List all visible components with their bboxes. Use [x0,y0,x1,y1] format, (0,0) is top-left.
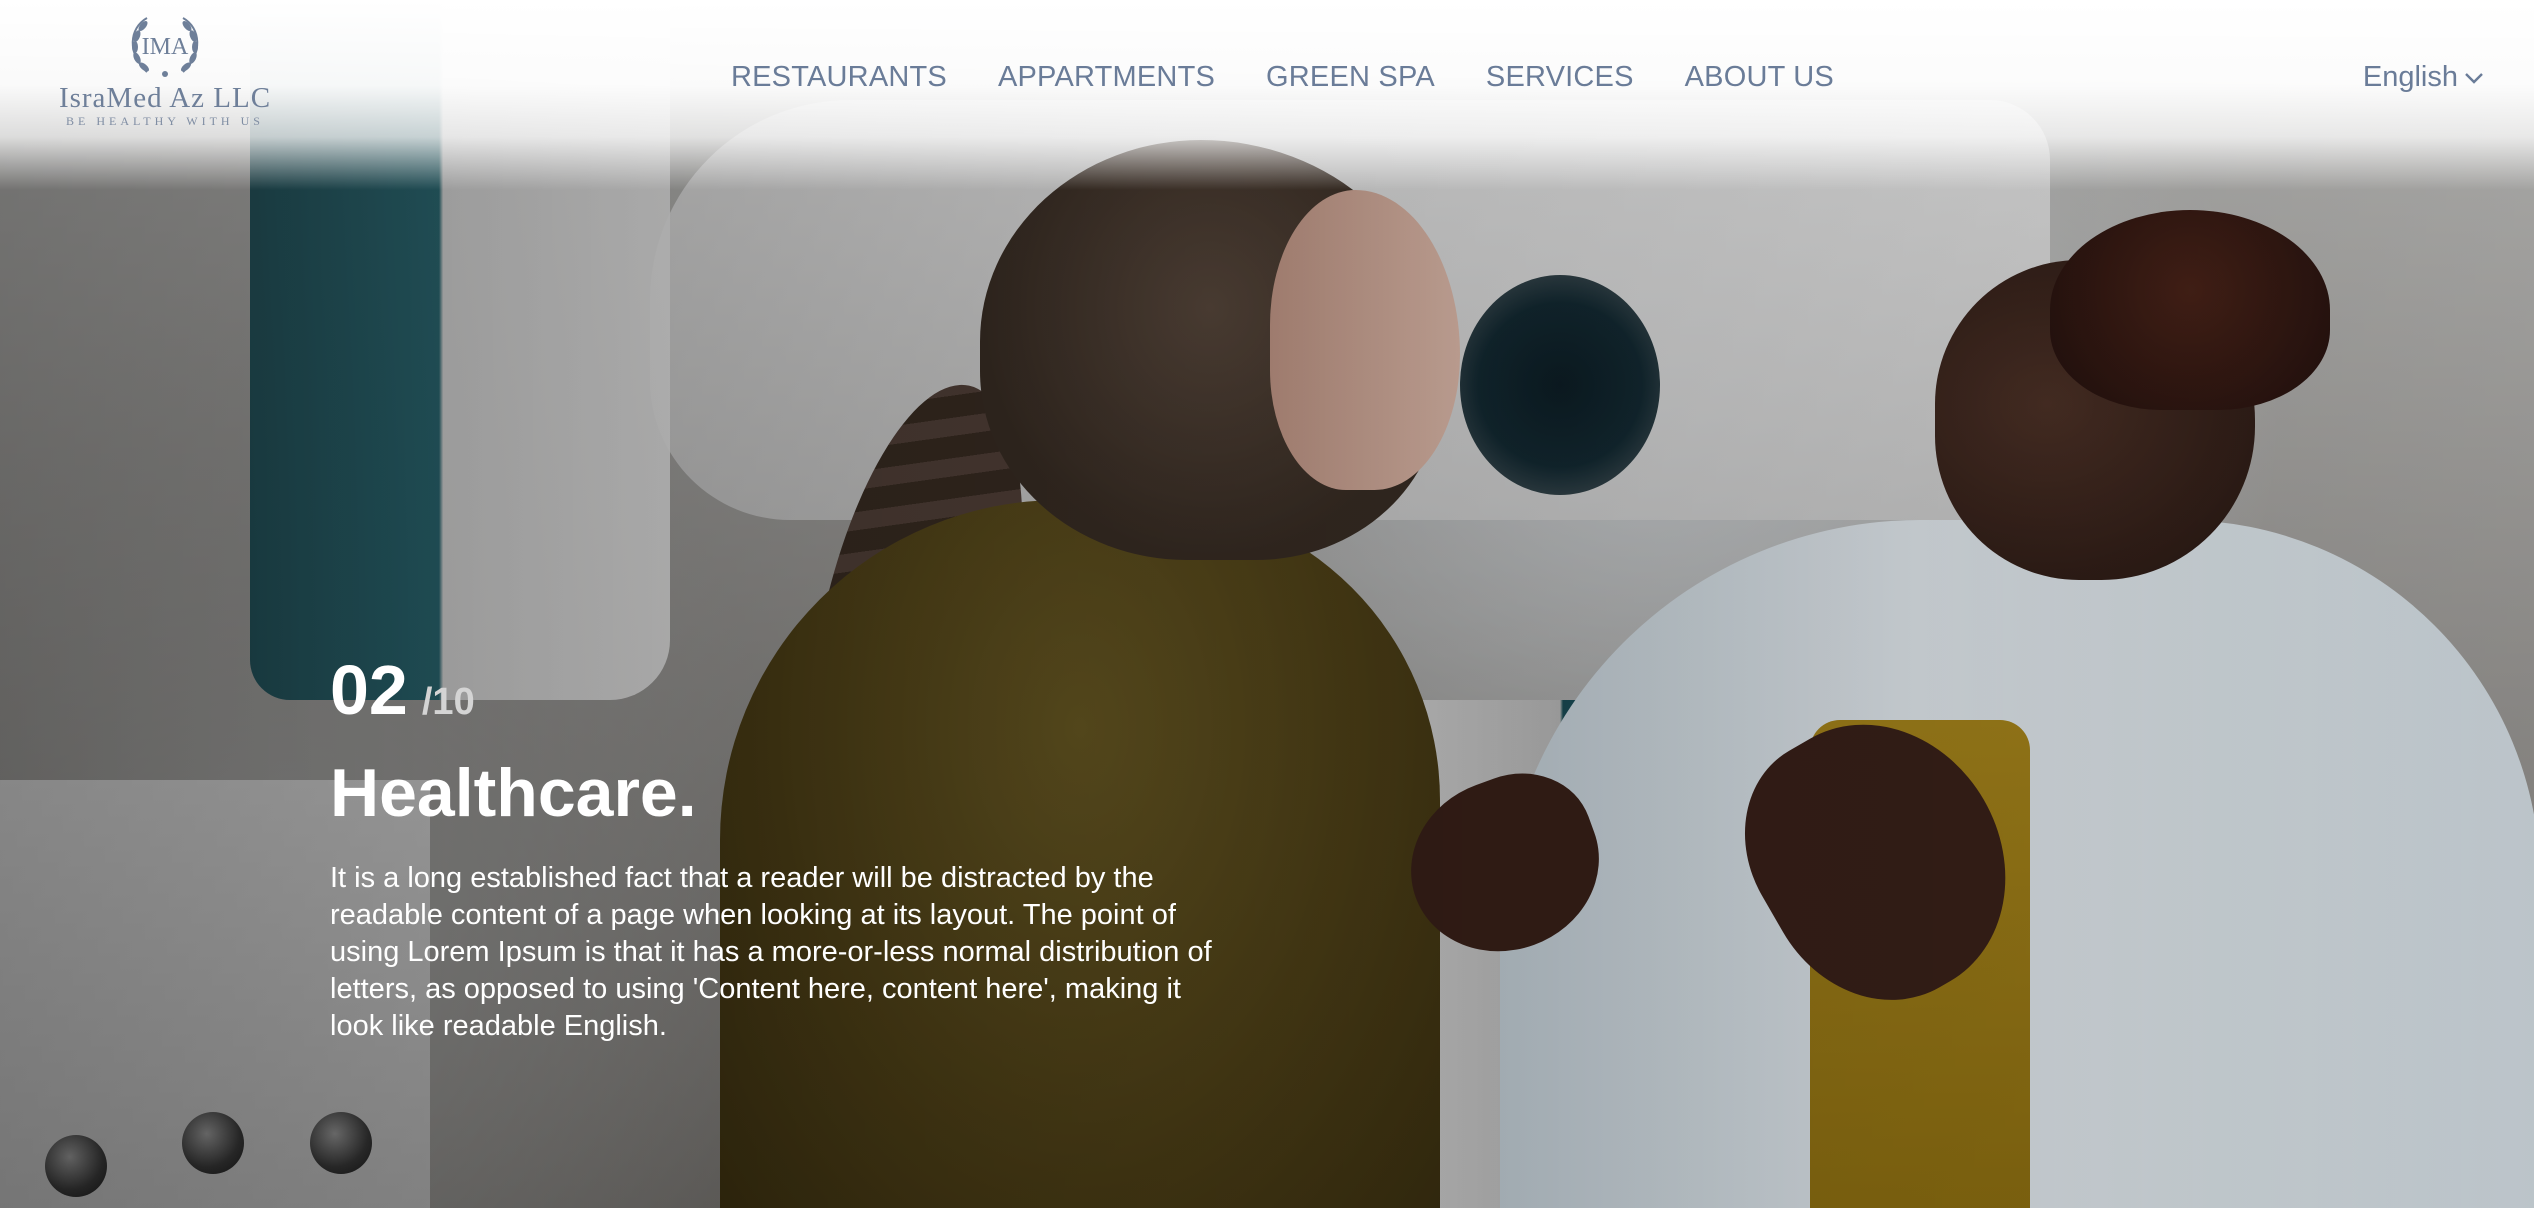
logo-tagline: BE HEALTHY WITH US [66,114,264,128]
nav-item-appartments[interactable]: APPARTMENTS [998,55,1215,99]
main-nav: RESTAURANTS APPARTMENTS GREEN SPA SERVIC… [731,55,1885,99]
site-logo[interactable]: IMA IsraMed Az LLC BE HEALTHY WITH US [40,10,290,145]
logo-monogram: IMA [142,34,189,60]
laurel-wreath-icon: IMA [131,17,199,77]
chevron-down-icon [2465,73,2483,84]
nav-item-restaurants[interactable]: RESTAURANTS [731,55,947,99]
slide-description: It is a long established fact that a rea… [330,862,1212,1042]
nav-item-about-us[interactable]: ABOUT US [1685,55,1834,99]
slide-counter-total: /10 [421,681,475,723]
nav-item-services[interactable]: SERVICES [1486,55,1634,99]
slide-counter-current: 02 [330,651,408,729]
slide-title: Healthcare. [330,755,697,831]
language-selector[interactable]: English [2363,55,2484,99]
slide-counter: 02 /10 [330,650,1230,730]
site-header: IMA IsraMed Az LLC BE HEALTHY WITH US RE… [0,0,2534,190]
hero-slide: 02 /10 Healthcare. It is a long establis… [330,650,1230,1074]
language-label: English [2362,61,2458,93]
logo-name: IsraMed Az LLC [58,82,272,114]
nav-item-green-spa[interactable]: GREEN SPA [1266,55,1435,99]
